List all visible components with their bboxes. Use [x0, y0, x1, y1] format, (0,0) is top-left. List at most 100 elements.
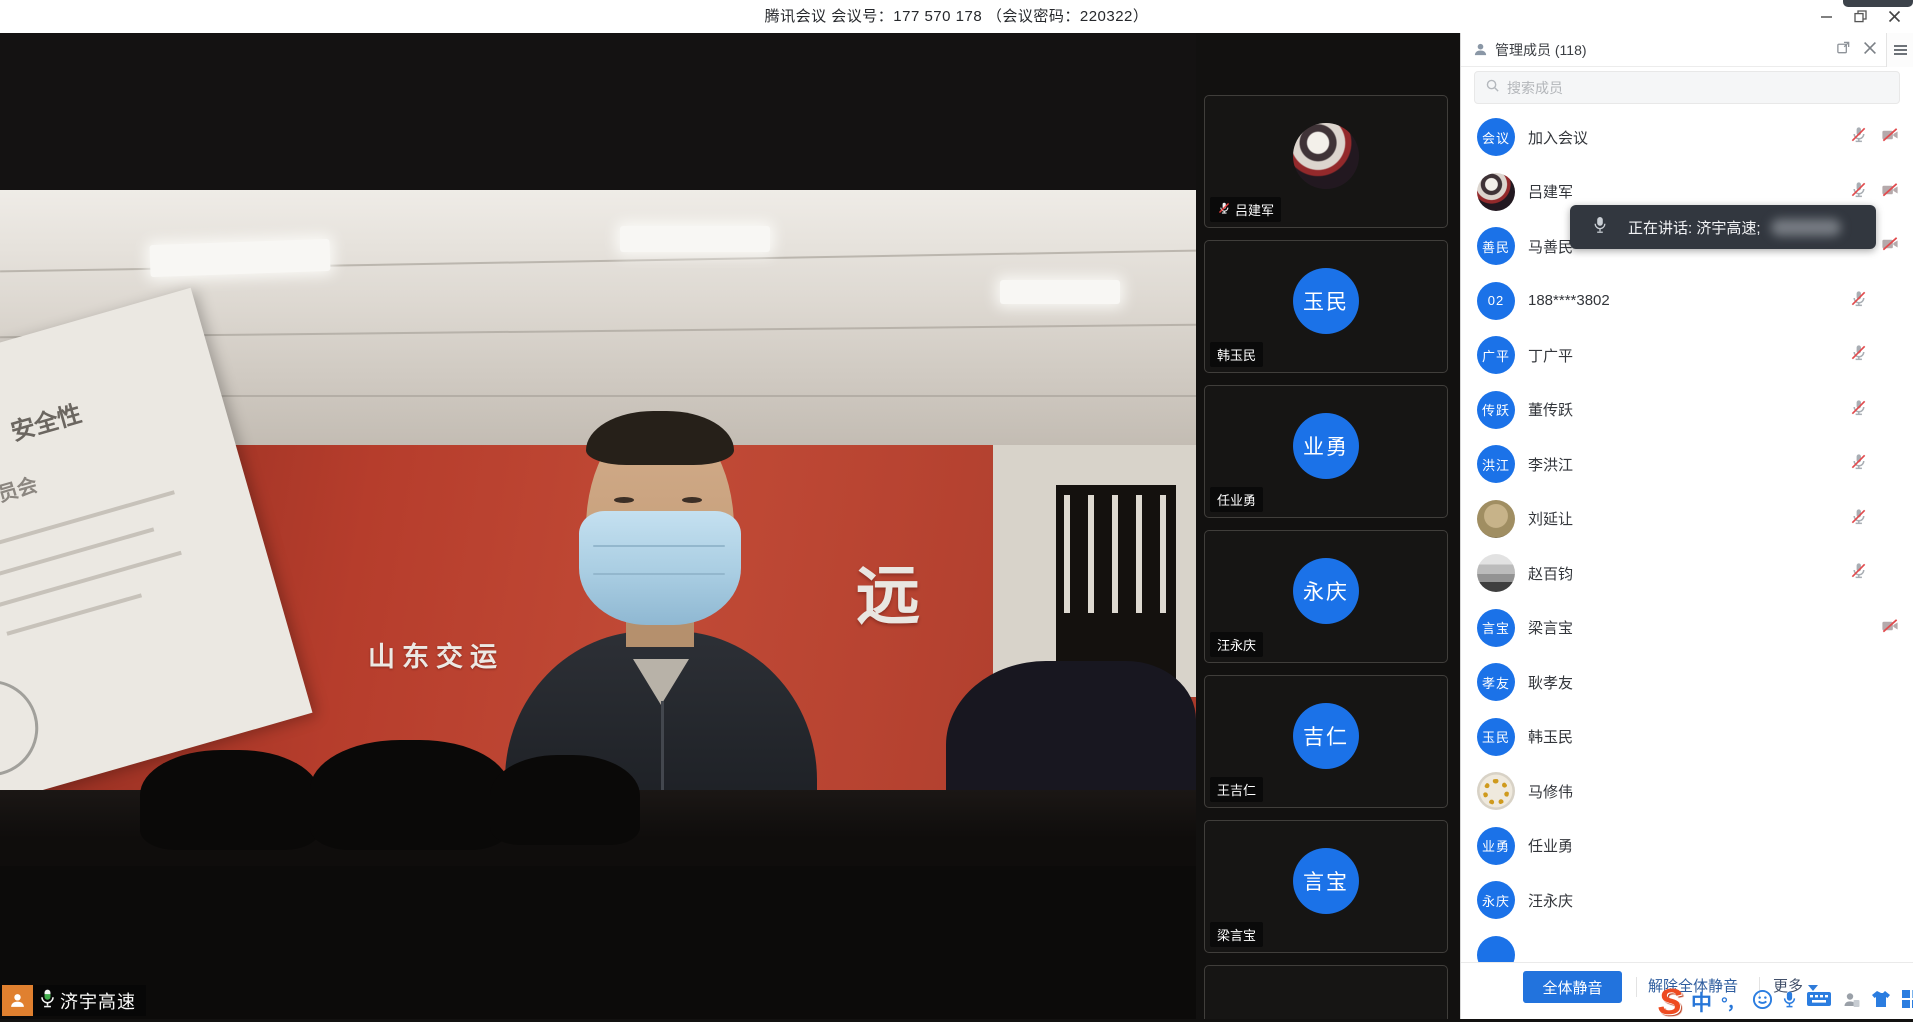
emoji-icon[interactable]	[1752, 989, 1773, 1015]
banner-char-right: 远	[856, 545, 920, 637]
member-row[interactable]: 刘延让	[1461, 492, 1913, 547]
member-avatar	[1477, 772, 1515, 810]
mic-muted-icon[interactable]	[1849, 343, 1868, 367]
soft-keyboard-icon[interactable]	[1806, 989, 1832, 1014]
mic-active-icon	[39, 988, 56, 1014]
mic-muted-icon[interactable]	[1849, 398, 1868, 422]
mic-muted-icon	[1217, 201, 1231, 218]
member-row[interactable]: 洪江 李洪江	[1461, 437, 1913, 492]
member-row[interactable]: 言宝 梁言宝	[1461, 601, 1913, 656]
footer-divider	[1636, 977, 1637, 997]
camera-muted-icon[interactable]	[1880, 616, 1900, 640]
panel-title: 管理成员 (118)	[1495, 40, 1587, 60]
thumbnail-strip: 吕建军 玉民 韩玉民 业勇 任业勇 永庆 汪永庆 吉仁	[1204, 33, 1451, 1019]
popout-panel-icon[interactable]	[1836, 40, 1851, 60]
member-avatar	[1477, 936, 1515, 962]
ime-mode-toggle[interactable]: 中	[1691, 987, 1712, 1017]
member-name: 马修伟	[1528, 781, 1573, 802]
active-speaker-badge: 济宇高速	[2, 985, 146, 1016]
panel-menu-button[interactable]	[1886, 33, 1913, 67]
thumbnail-label: 梁言宝	[1210, 922, 1263, 947]
face-mask	[579, 511, 741, 625]
toolbox-icon[interactable]	[1901, 989, 1913, 1014]
blurred-name	[1771, 219, 1841, 236]
mic-muted-icon[interactable]	[1849, 289, 1868, 313]
member-row[interactable]: 孝友 耿孝友	[1461, 655, 1913, 710]
member-name: 任业勇	[1528, 835, 1573, 856]
member-avatar: 02	[1477, 282, 1515, 320]
member-row[interactable]: 会议 加入会议	[1461, 110, 1913, 165]
member-row[interactable]: 永庆 汪永庆	[1461, 873, 1913, 928]
close-panel-icon[interactable]	[1863, 41, 1877, 60]
video-thumbnail[interactable]: 永庆 汪永庆	[1204, 530, 1448, 663]
thumbnail-avatar: 业勇	[1293, 413, 1359, 479]
thumbnail-avatar: 言宝	[1293, 848, 1359, 914]
member-name: 马善民	[1528, 236, 1573, 257]
mic-muted-icon[interactable]	[1849, 507, 1868, 531]
member-row[interactable]: 玉民 韩玉民	[1461, 710, 1913, 765]
camera-muted-icon[interactable]	[1880, 180, 1900, 204]
thumbnail-label: 韩玉民	[1210, 342, 1263, 367]
mic-icon	[1592, 215, 1608, 240]
member-avatar: 言宝	[1477, 609, 1515, 647]
thumbnail-label: 汪永庆	[1210, 632, 1263, 657]
thumbnail-label: 任业勇	[1210, 487, 1263, 512]
member-search-box	[1474, 71, 1900, 104]
account-icon[interactable]	[1841, 989, 1861, 1014]
member-name: 吕建军	[1528, 181, 1573, 202]
member-avatar: 孝友	[1477, 663, 1515, 701]
member-name: 李洪江	[1528, 454, 1573, 475]
voice-input-icon[interactable]	[1782, 989, 1797, 1015]
video-thumbnail[interactable]: 言宝 梁言宝	[1204, 820, 1448, 953]
video-bottom-black	[0, 866, 1196, 1019]
thumbnail-label: 吕建军	[1210, 197, 1281, 222]
video-thumbnail-partial	[1204, 965, 1448, 1019]
video-thumbnail[interactable]: 吉仁 王吉仁	[1204, 675, 1448, 808]
thumbnail-name: 韩玉民	[1217, 345, 1256, 364]
video-thumbnail[interactable]: 业勇 任业勇	[1204, 385, 1448, 518]
member-name: 刘延让	[1528, 508, 1573, 529]
tooltip-edge-artifact	[1843, 0, 1913, 7]
member-row[interactable]: 广平 丁广平	[1461, 328, 1913, 383]
member-row[interactable]: 马修伟	[1461, 764, 1913, 819]
member-avatar	[1477, 554, 1515, 592]
mute-all-button[interactable]: 全体静音	[1523, 971, 1622, 1003]
member-row[interactable]: 传跃 董传跃	[1461, 383, 1913, 438]
member-row[interactable]: 赵百钧	[1461, 546, 1913, 601]
thumbnail-name: 吕建军	[1235, 200, 1274, 219]
person-head	[586, 415, 734, 647]
speaking-toast: 正在讲话: 济宇高速;	[1570, 205, 1876, 249]
search-input[interactable]	[1507, 80, 1889, 96]
member-avatar: 永庆	[1477, 881, 1515, 919]
title-bar: 腾讯会议 会议号：177 570 178 （会议密码：220322）	[0, 0, 1913, 33]
mic-muted-icon[interactable]	[1849, 125, 1868, 149]
thumbnail-avatar: 吉仁	[1293, 703, 1359, 769]
member-avatar: 传跃	[1477, 391, 1515, 429]
mic-muted-icon[interactable]	[1849, 452, 1868, 476]
ime-punctuation-toggle[interactable]: °，	[1721, 989, 1743, 1014]
video-thumbnail[interactable]: 吕建军	[1204, 95, 1448, 228]
member-name: 梁言宝	[1528, 617, 1573, 638]
thumbnail-name: 任业勇	[1217, 490, 1256, 509]
camera-muted-icon[interactable]	[1880, 234, 1900, 258]
minimize-button[interactable]	[1809, 0, 1843, 33]
member-row[interactable]: 业勇 任业勇	[1461, 819, 1913, 874]
member-avatar: 洪江	[1477, 445, 1515, 483]
member-row[interactable]: 02 188****3802	[1461, 274, 1913, 329]
member-name: 赵百钧	[1528, 563, 1573, 584]
member-avatar: 广平	[1477, 336, 1515, 374]
video-thumbnail[interactable]: 玉民 韩玉民	[1204, 240, 1448, 373]
member-row-partial	[1461, 928, 1913, 963]
member-name: 汪永庆	[1528, 890, 1573, 911]
member-avatar: 善民	[1477, 227, 1515, 265]
member-name: 丁广平	[1528, 345, 1573, 366]
camera-muted-icon[interactable]	[1880, 125, 1900, 149]
panel-header: 管理成员 (118)	[1461, 33, 1913, 67]
mic-muted-icon[interactable]	[1849, 180, 1868, 204]
member-avatar: 会议	[1477, 118, 1515, 156]
skin-icon[interactable]	[1870, 989, 1892, 1014]
sogou-logo-icon[interactable]: S	[1658, 987, 1682, 1017]
poster-text-bottom: 委员会	[0, 468, 40, 512]
host-role-icon	[2, 985, 33, 1016]
mic-muted-icon[interactable]	[1849, 561, 1868, 585]
